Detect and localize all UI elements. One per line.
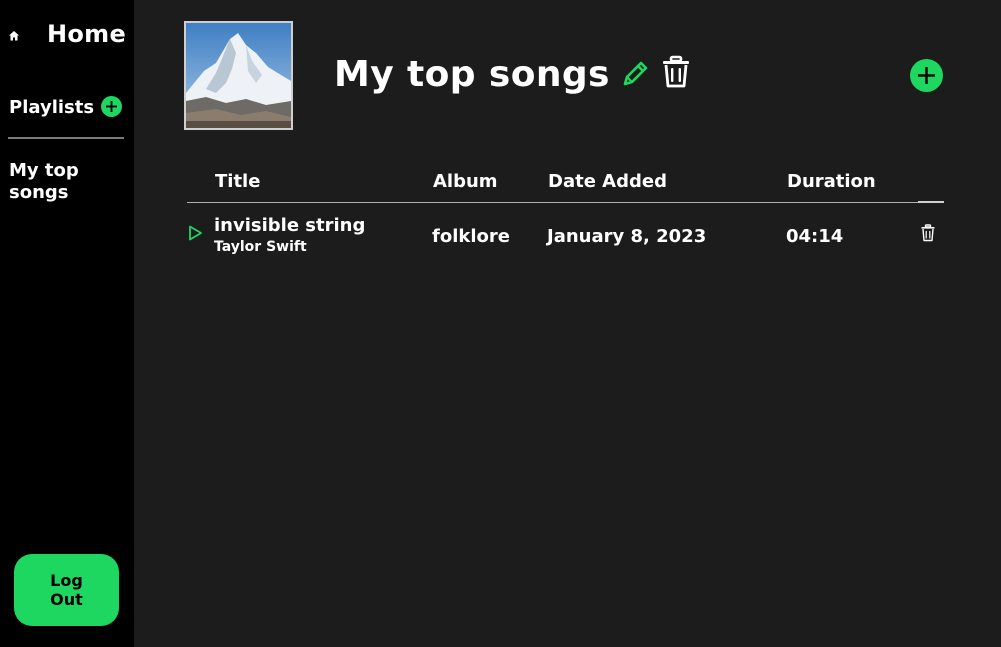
home-icon	[8, 30, 20, 42]
column-header-duration: Duration	[787, 171, 876, 192]
song-duration: 04:14	[786, 226, 844, 247]
column-header-title: Title	[215, 171, 261, 192]
edit-playlist-button[interactable]	[620, 57, 652, 89]
column-header-album: Album	[433, 171, 498, 192]
playlists-label: Playlists	[9, 96, 95, 118]
add-playlist-button[interactable]	[101, 96, 122, 117]
song-artist: Taylor Swift	[214, 239, 307, 255]
playlist-title: My top songs	[334, 54, 610, 95]
delete-playlist-button[interactable]	[660, 55, 692, 89]
remove-song-button[interactable]	[920, 224, 936, 242]
song-title: invisible string	[214, 215, 366, 236]
song-album: folklore	[432, 226, 510, 247]
add-circle-icon	[101, 96, 122, 117]
sidebar-divider	[8, 137, 124, 139]
table-header-divider	[187, 202, 944, 203]
play-song-button[interactable]	[187, 225, 203, 241]
home-link[interactable]: Home	[8, 18, 128, 54]
sidebar: Home Playlists My top songs Log Out	[0, 0, 134, 647]
pencil-icon	[623, 61, 648, 86]
home-label: Home	[47, 20, 127, 48]
trash-icon	[663, 55, 689, 88]
add-circle-icon	[910, 59, 943, 92]
column-header-date-added: Date Added	[548, 171, 667, 192]
playlist-cover-image	[184, 21, 293, 130]
logout-button[interactable]: Log Out	[14, 554, 119, 626]
table-row[interactable]: invisible string Taylor Swift folklore J…	[187, 208, 944, 260]
sidebar-item-my-top-songs[interactable]: My top songs	[9, 160, 109, 204]
trash-icon	[921, 224, 935, 242]
table-header-divider-accent	[918, 201, 944, 203]
play-icon	[189, 225, 202, 241]
add-song-button[interactable]	[910, 59, 943, 92]
song-date-added: January 8, 2023	[547, 226, 707, 247]
playlists-section-header: Playlists	[9, 94, 127, 120]
